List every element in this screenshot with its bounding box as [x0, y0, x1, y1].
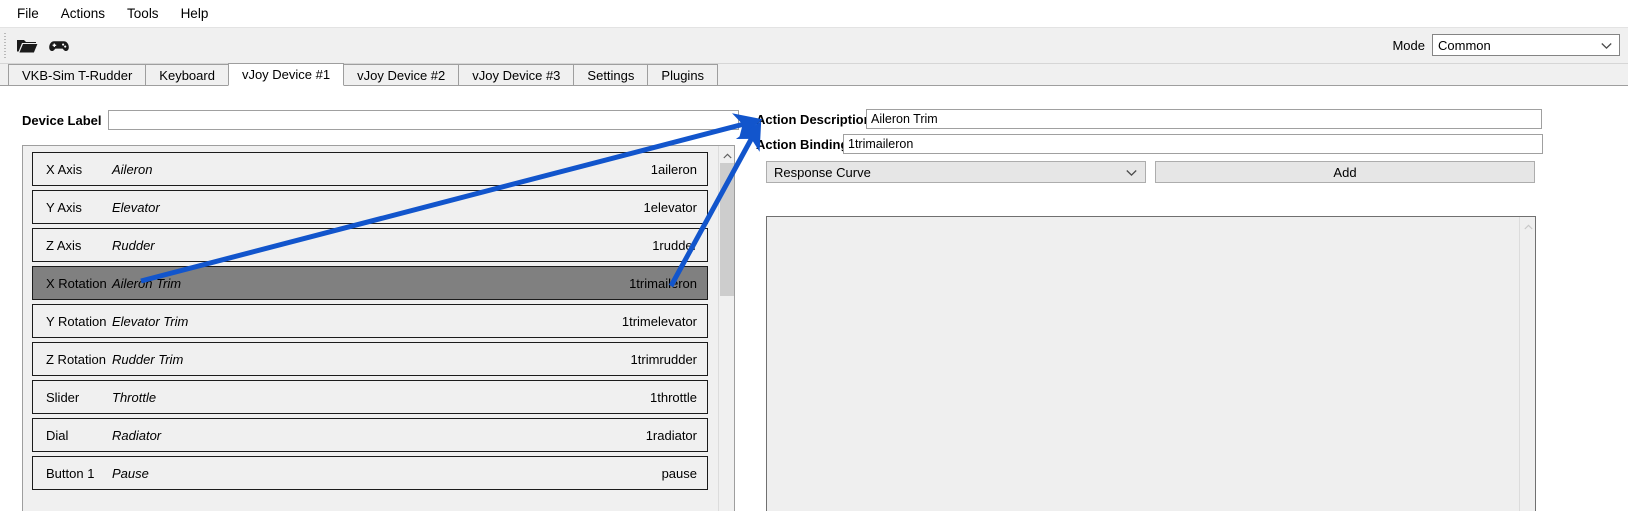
- row-description: Radiator: [112, 427, 162, 443]
- tab-strip: VKB-Sim T-Rudder Keyboard vJoy Device #1…: [0, 63, 1628, 86]
- tab-content-vjoy-device-1: Device Label X Axis Aileron 1aileron Y A…: [0, 95, 1628, 511]
- chevron-up-icon: [722, 147, 732, 162]
- chevron-down-icon: [1601, 38, 1612, 53]
- chevron-down-icon: [1126, 165, 1137, 180]
- menu-item-file[interactable]: File: [6, 3, 50, 25]
- row-type: Button 1: [46, 465, 95, 481]
- action-editor-pane: Action Description Action Binding Respon…: [752, 95, 1628, 511]
- action-binding-label: Action Binding: [756, 136, 849, 152]
- add-button[interactable]: Add: [1155, 161, 1535, 183]
- row-description: Elevator: [112, 199, 160, 215]
- table-row[interactable]: Button 1 Pause pause: [32, 456, 708, 490]
- chevron-up-icon: [1523, 218, 1533, 233]
- table-row-selected[interactable]: X Rotation Aileron Trim 1trimaileron: [32, 266, 708, 300]
- action-description-label: Action Description: [756, 111, 872, 127]
- row-binding: pause: [661, 465, 697, 481]
- device-label-caption: Device Label: [22, 112, 102, 128]
- device-label-input[interactable]: [107, 110, 739, 130]
- row-description: Pause: [112, 465, 149, 481]
- mode-dropdown-value: Common: [1438, 37, 1491, 53]
- row-type: Z Rotation: [46, 351, 106, 367]
- mapping-list-items: X Axis Aileron 1aileron Y Axis Elevator …: [23, 146, 718, 494]
- tab-settings[interactable]: Settings: [573, 64, 649, 85]
- row-description: Throttle: [112, 389, 157, 405]
- action-detail-scrollbar[interactable]: [1519, 217, 1535, 511]
- menu-item-actions[interactable]: Actions: [50, 3, 116, 25]
- action-description-input[interactable]: [866, 109, 1542, 129]
- gamepad-button[interactable]: [44, 32, 74, 60]
- response-curve-row: Response Curve Add: [766, 161, 1535, 183]
- action-detail-panel: [766, 216, 1536, 511]
- action-binding-row: Action Binding: [756, 134, 1543, 154]
- scroll-thumb[interactable]: [720, 163, 734, 296]
- menu-item-help[interactable]: Help: [170, 3, 220, 25]
- tab-keyboard[interactable]: Keyboard: [145, 64, 229, 85]
- gamepad-icon: [48, 37, 70, 55]
- open-file-button[interactable]: [12, 32, 42, 60]
- row-binding: 1trimaileron: [629, 275, 697, 291]
- menu-item-tools[interactable]: Tools: [116, 3, 170, 25]
- tab-vkb-sim-t-rudder[interactable]: VKB-Sim T-Rudder: [8, 64, 147, 85]
- table-row[interactable]: Z Axis Rudder 1rudder: [32, 228, 708, 262]
- scroll-up-button[interactable]: [719, 146, 734, 162]
- response-curve-dropdown[interactable]: Response Curve: [766, 161, 1146, 183]
- row-binding: 1radiator: [645, 427, 697, 443]
- toolbar-drag-handle[interactable]: [2, 32, 10, 59]
- action-description-row: Action Description: [756, 109, 1542, 129]
- row-description: Rudder: [112, 237, 155, 253]
- table-row[interactable]: Z Rotation Rudder Trim 1trimrudder: [32, 342, 708, 376]
- tab-vjoy-device-2[interactable]: vJoy Device #2: [343, 64, 460, 85]
- row-binding: 1rudder: [652, 237, 697, 253]
- row-type: X Rotation: [46, 275, 107, 291]
- mapping-list-scrollbar[interactable]: [718, 146, 734, 511]
- action-binding-input[interactable]: [843, 134, 1543, 154]
- mode-dropdown[interactable]: Common: [1432, 34, 1620, 56]
- row-binding: 1trimrudder: [630, 351, 697, 367]
- table-row[interactable]: Y Axis Elevator 1elevator: [32, 190, 708, 224]
- table-row[interactable]: Slider Throttle 1throttle: [32, 380, 708, 414]
- row-type: Y Axis: [46, 199, 82, 215]
- table-row[interactable]: Dial Radiator 1radiator: [32, 418, 708, 452]
- row-binding: 1elevator: [643, 199, 697, 215]
- mapping-list: X Axis Aileron 1aileron Y Axis Elevator …: [22, 145, 735, 511]
- device-label-row: Device Label: [22, 110, 739, 130]
- row-type: Z Axis: [46, 237, 82, 253]
- toolbar: Mode Common: [0, 27, 1628, 64]
- open-folder-icon: [16, 37, 38, 55]
- row-description: Aileron: [112, 161, 153, 177]
- row-description: Rudder Trim: [112, 351, 184, 367]
- menu-bar: File Actions Tools Help: [0, 0, 1628, 27]
- mode-selector-group: Mode Common: [1392, 34, 1620, 56]
- row-type: Y Rotation: [46, 313, 107, 329]
- row-type: Slider: [46, 389, 80, 405]
- tab-plugins[interactable]: Plugins: [647, 64, 719, 85]
- row-type: Dial: [46, 427, 69, 443]
- response-curve-value: Response Curve: [774, 164, 871, 180]
- table-row[interactable]: X Axis Aileron 1aileron: [32, 152, 708, 186]
- scroll-up-button[interactable]: [1520, 217, 1536, 233]
- mode-label: Mode: [1392, 37, 1425, 53]
- row-description: Aileron Trim: [112, 275, 182, 291]
- row-type: X Axis: [46, 161, 83, 177]
- row-binding: 1throttle: [650, 389, 697, 405]
- tab-vjoy-device-1[interactable]: vJoy Device #1: [227, 63, 345, 86]
- row-binding: 1trimelevator: [621, 313, 697, 329]
- table-row[interactable]: Y Rotation Elevator Trim 1trimelevator: [32, 304, 708, 338]
- tab-vjoy-device-3[interactable]: vJoy Device #3: [458, 64, 575, 85]
- row-binding: 1aileron: [650, 161, 697, 177]
- row-description: Elevator Trim: [112, 313, 189, 329]
